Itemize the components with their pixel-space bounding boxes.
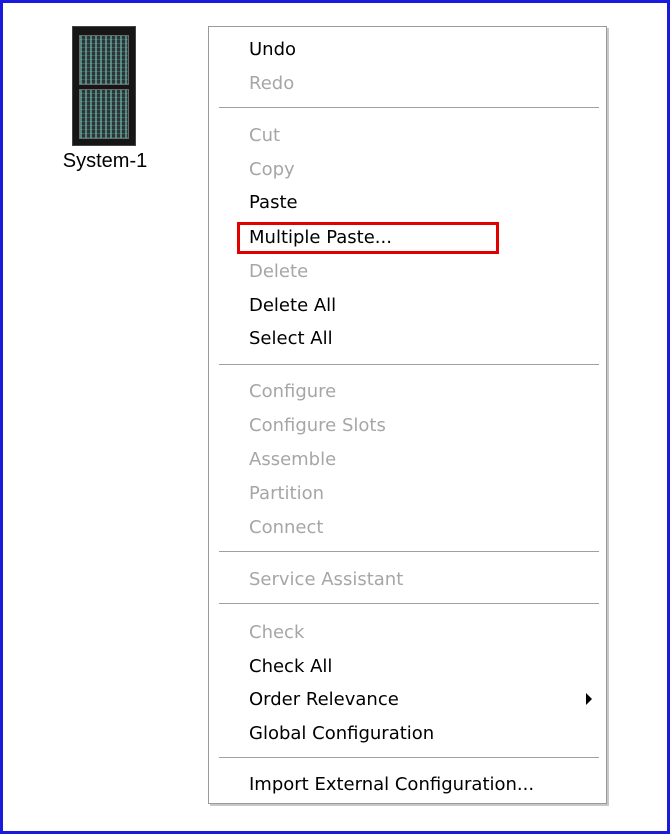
menu-item-select-all[interactable]: Select All xyxy=(249,324,333,354)
highlight-box xyxy=(237,222,499,254)
server-rack-icon[interactable] xyxy=(72,26,136,146)
menu-item-service-assistant[interactable]: Service Assistant xyxy=(249,565,403,595)
menu-separator xyxy=(219,603,599,605)
menu-separator xyxy=(219,364,599,366)
menu-item-connect[interactable]: Connect xyxy=(249,513,323,543)
menu-item-configure-slots[interactable]: Configure Slots xyxy=(249,411,386,441)
menu-item-cut[interactable]: Cut xyxy=(249,121,280,151)
menu-separator xyxy=(219,551,599,553)
menu-separator xyxy=(219,757,599,759)
menu-item-import-external-configuration[interactable]: Import External Configuration... xyxy=(249,770,534,800)
menu-item-delete-all[interactable]: Delete All xyxy=(249,291,336,321)
menu-item-delete[interactable]: Delete xyxy=(249,257,308,287)
menu-item-redo[interactable]: Redo xyxy=(249,69,294,99)
menu-item-undo[interactable]: Undo xyxy=(249,35,296,65)
submenu-arrow-icon xyxy=(586,693,592,705)
system-label[interactable]: System-1 xyxy=(40,150,170,173)
menu-item-paste[interactable]: Paste xyxy=(249,188,298,218)
menu-item-global-configuration[interactable]: Global Configuration xyxy=(249,719,434,749)
menu-item-partition[interactable]: Partition xyxy=(249,479,324,509)
context-menu: Undo Redo Cut Copy Paste Multiple Paste.… xyxy=(208,26,607,804)
menu-item-copy[interactable]: Copy xyxy=(249,155,295,185)
menu-separator xyxy=(219,107,599,109)
rack-bay-bottom xyxy=(79,89,129,139)
menu-item-check-all[interactable]: Check All xyxy=(249,652,332,682)
menu-item-configure[interactable]: Configure xyxy=(249,377,336,407)
rack-bay-top xyxy=(79,35,129,85)
menu-item-check[interactable]: Check xyxy=(249,618,304,648)
menu-item-assemble[interactable]: Assemble xyxy=(249,445,336,475)
menu-item-order-relevance[interactable]: Order Relevance xyxy=(249,685,399,715)
